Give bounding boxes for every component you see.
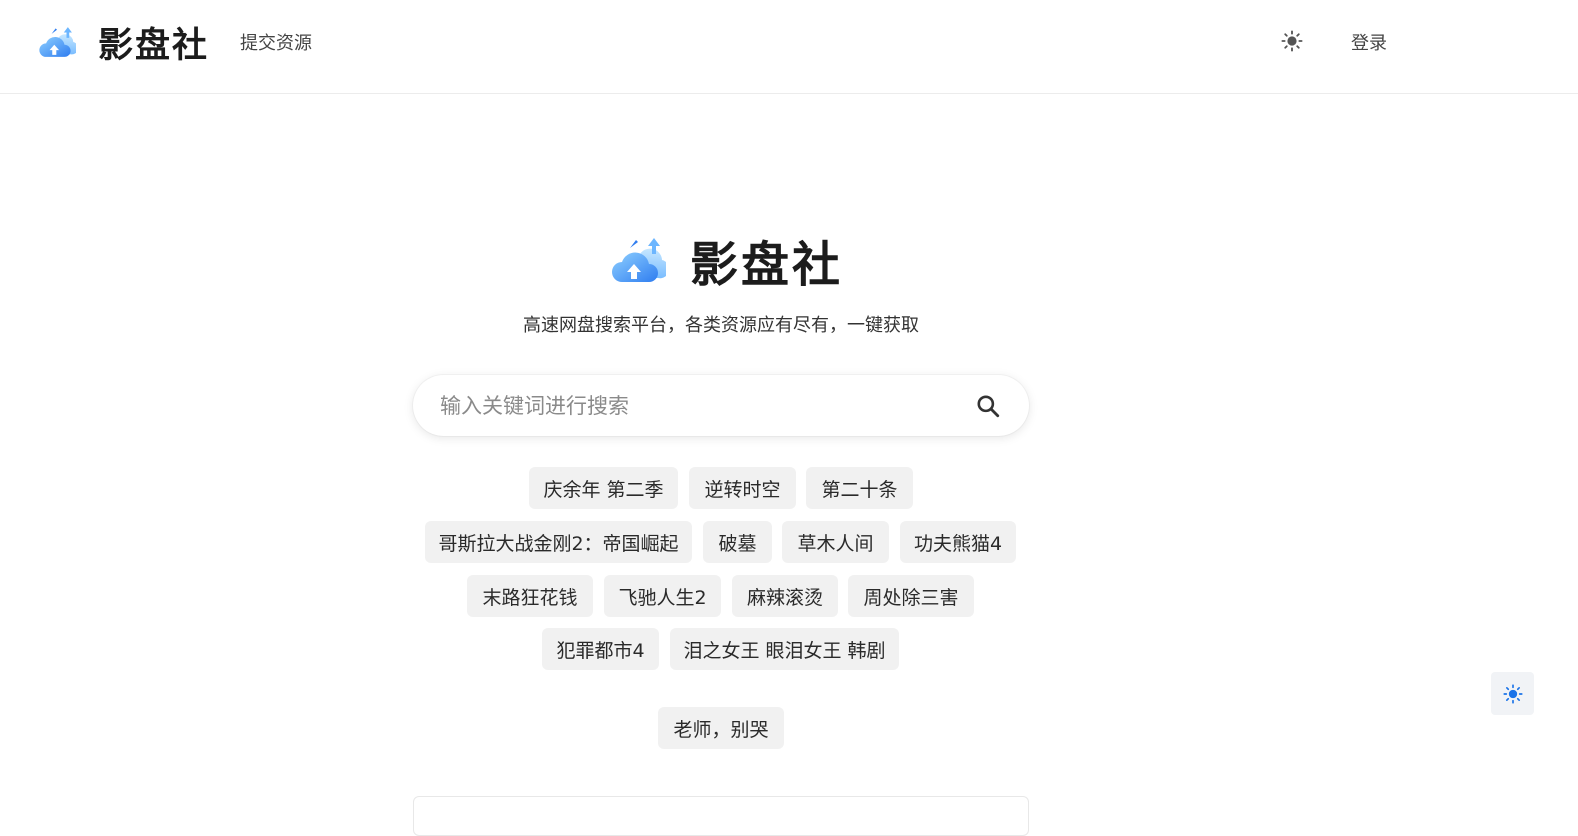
hot-tag[interactable]: 第二十条 — [806, 467, 913, 509]
hot-tag[interactable]: 功夫熊猫4 — [900, 521, 1016, 563]
hot-tag[interactable]: 老师，别哭 — [658, 707, 784, 749]
brand-name: 影盘社 — [98, 25, 210, 66]
results-card — [413, 796, 1029, 836]
brand[interactable]: 影盘社 — [38, 22, 209, 66]
hot-tag[interactable]: 草木人间 — [782, 521, 889, 563]
hero-brand: 影盘社 — [610, 228, 844, 293]
hot-tag[interactable]: 庆余年 第二季 — [529, 467, 678, 509]
floating-theme-button[interactable] — [1491, 672, 1534, 715]
hero-title: 影盘社 — [690, 237, 844, 293]
hot-tag[interactable]: 破墓 — [703, 521, 772, 563]
top-navbar: 影盘社 提交资源 登录 — [0, 0, 1578, 94]
sun-icon[interactable] — [1281, 30, 1303, 52]
hot-tag[interactable]: 麻辣滚烫 — [732, 575, 838, 617]
cloud-logo-icon — [612, 238, 666, 282]
hero-tagline: 高速网盘搜索平台，各类资源应有尽有，一键获取 — [523, 315, 919, 336]
hot-tag[interactable]: 犯罪都市4 — [542, 628, 659, 670]
hot-tag[interactable]: 逆转时空 — [689, 467, 796, 509]
hot-tag[interactable]: 末路狂花钱 — [467, 575, 593, 617]
hot-tag[interactable]: 周处除三害 — [848, 575, 974, 617]
search-box — [413, 375, 1029, 436]
login-link[interactable]: 登录 — [1351, 29, 1387, 55]
hot-tag[interactable]: 飞驰人生2 — [604, 575, 721, 617]
submit-resource-link[interactable]: 提交资源 — [240, 29, 312, 55]
hot-tag[interactable]: 泪之女王 眼泪女王 韩剧 — [670, 628, 899, 670]
sun-icon — [1502, 683, 1523, 704]
search-icon[interactable] — [975, 393, 1001, 419]
hot-tag[interactable]: 哥斯拉大战金刚2：帝国崛起 — [425, 521, 692, 563]
search-input[interactable] — [413, 375, 975, 436]
cloud-logo-icon — [39, 27, 76, 57]
